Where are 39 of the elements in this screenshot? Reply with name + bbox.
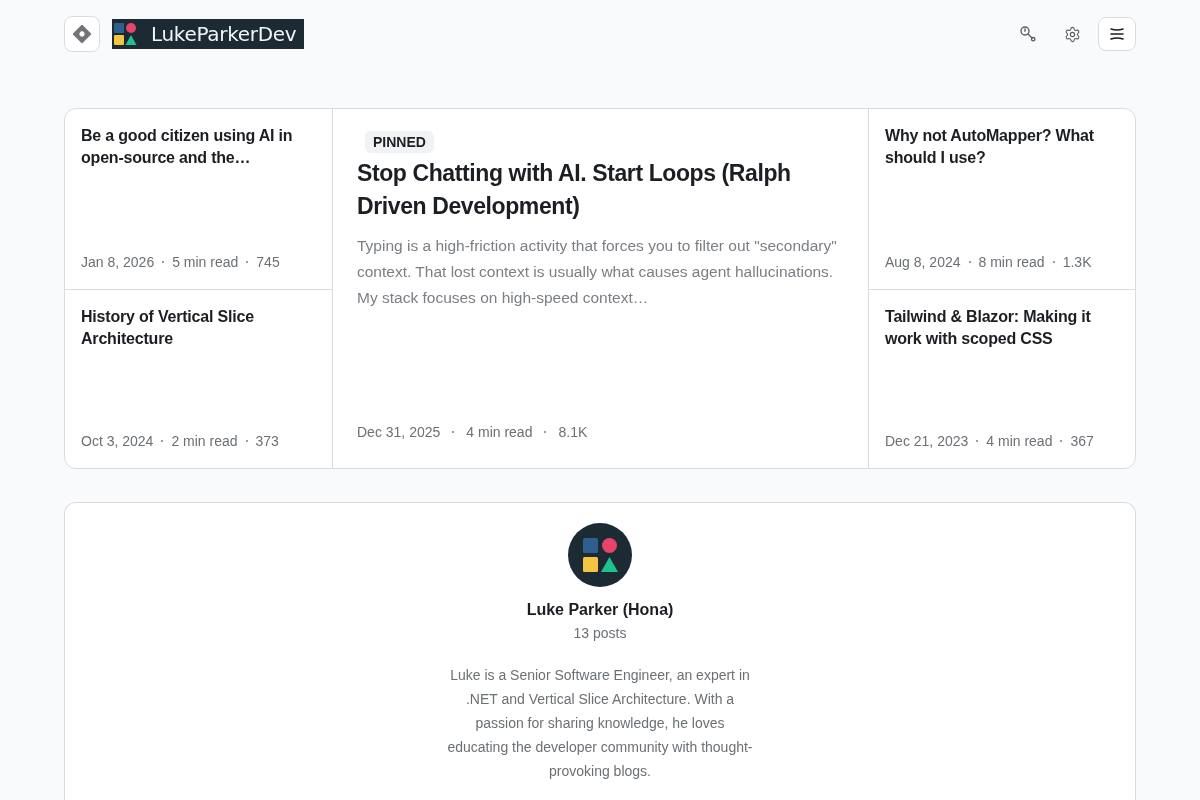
key-icon: [1020, 26, 1036, 42]
post-count: 13 posts: [573, 624, 627, 643]
post-title[interactable]: Tailwind & Blazor: Making it work with scoped CSS: [885, 305, 1119, 350]
post-title[interactable]: Be a good citizen using AI in open-source and the…: [81, 125, 316, 169]
view-count: 367: [1070, 432, 1094, 451]
read-time: 5 min read: [172, 252, 239, 272]
view-count: 373: [255, 432, 279, 451]
read-time: 2 min read: [171, 432, 238, 451]
post-card[interactable]: Why not AutoMapper? What should I use? Aug 8, 2024 8 min read 1.3K: [869, 109, 1135, 289]
post-date: Dec 31, 2025: [357, 423, 441, 442]
post-date: Oct 3, 2024: [81, 432, 154, 451]
post-date: Jan 8, 2026: [81, 252, 155, 272]
post-excerpt: Typing is a high-friction activity that forces you to filter out "secondary" context. That lost context is usually what causes agent hallucinations. My stack focuses on high-speed context…: [357, 236, 838, 308]
post-card[interactable]: History of Vertical Slice Architecture Oct 3, 2024 2 min read 373: [65, 288, 332, 468]
author-name[interactable]: Luke Parker (Hona): [526, 599, 674, 621]
read-time: 8 min read: [978, 252, 1045, 272]
featured-post-title[interactable]: Stop Chatting with AI. Start Loops (Ralph Driven Development): [357, 157, 844, 223]
post-card[interactable]: Be a good citizen using AI in open-source and the… Jan 8, 2026 5 min read 745: [65, 109, 332, 289]
pinned-badge: PINNED: [365, 131, 434, 153]
avatar-logo-icon: [568, 523, 632, 587]
settings-icon: [1063, 25, 1081, 43]
post-date: Dec 21, 2023: [885, 432, 969, 451]
author-bio: Luke is a Senior Software Engineer, an expert in .NET and Vertical Slice Architecture. With a passion for sharing knowledge, he loves educating the developer community with thought-provoking blogs.: [446, 666, 754, 781]
post-title[interactable]: History of Vertical Slice Architecture: [81, 305, 316, 350]
read-time: 4 min read: [466, 423, 533, 442]
brand-banner[interactable]: LukeParkerDev: [112, 19, 304, 49]
logo-button[interactable]: [64, 16, 100, 52]
brand-name[interactable]: LukeParkerDev: [151, 22, 297, 46]
post-title[interactable]: Why not AutoMapper? What should I use?: [885, 125, 1119, 169]
diamond-icon: [72, 24, 92, 44]
view-count: 8.1K: [558, 423, 588, 442]
read-time: 4 min read: [986, 432, 1053, 451]
post-date: Aug 8, 2024: [885, 252, 961, 272]
menu-button[interactable]: [1098, 17, 1136, 51]
logo-icon: [113, 22, 137, 46]
menu-icon: [1110, 28, 1124, 40]
view-count: 1.3K: [1062, 252, 1092, 272]
post-card[interactable]: Tailwind & Blazor: Making it work with scoped CSS Dec 21, 2023 4 min read 367: [869, 288, 1135, 468]
view-count: 745: [256, 252, 280, 272]
